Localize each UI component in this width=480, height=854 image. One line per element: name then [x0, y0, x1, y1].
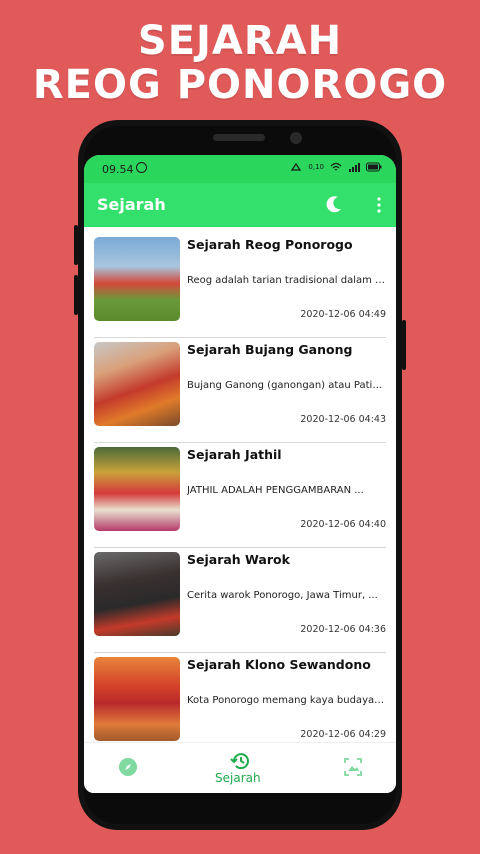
article-title: Sejarah Warok	[187, 552, 290, 567]
article-list: Sejarah Reog Ponorogo Reog adalah tarian…	[94, 233, 386, 757]
app-screen: 09.54 0,10 Sejarah Sejarah Reog Ponorogo…	[84, 155, 396, 793]
mute-icon	[291, 162, 302, 171]
article-date: 2020-12-06 04:36	[300, 624, 386, 635]
article-title: Sejarah Klono Sewandono	[187, 657, 371, 672]
article-thumbnail	[94, 237, 180, 321]
article-date: 2020-12-06 04:29	[300, 729, 386, 740]
promo-headline-line1: SEJARAH	[137, 18, 343, 64]
article-item[interactable]: Sejarah Reog Ponorogo Reog adalah tarian…	[94, 233, 386, 338]
overflow-menu-icon[interactable]	[376, 197, 382, 213]
article-excerpt: Bujang Ganong (ganongan) atau Patih ...	[187, 380, 386, 391]
status-bar: 09.54 0,10	[84, 155, 396, 183]
signal-icon	[349, 163, 360, 172]
whatsapp-icon	[136, 162, 147, 173]
article-excerpt: JATHIL ADALAH PENGGAMBARAN ...	[187, 485, 364, 496]
bottom-navigation: Sejarah	[84, 742, 396, 793]
status-icons: 0,10	[290, 162, 382, 172]
image-icon[interactable]	[343, 757, 363, 777]
status-time: 09.54	[102, 163, 134, 176]
article-thumbnail	[94, 342, 180, 426]
phone-power-button	[402, 320, 406, 370]
nav-label-sejarah[interactable]: Sejarah	[215, 771, 261, 785]
compass-icon[interactable]	[118, 757, 138, 777]
phone-volume-down	[74, 275, 78, 315]
article-item[interactable]: Sejarah Warok Cerita warok Ponorogo, Jaw…	[94, 548, 386, 653]
app-bar: Sejarah	[84, 183, 396, 227]
phone-volume-up	[74, 225, 78, 265]
promo-headline-line2: REOG PONOROGO	[32, 62, 448, 108]
article-date: 2020-12-06 04:49	[300, 309, 386, 320]
history-icon[interactable]	[230, 751, 252, 771]
article-date: 2020-12-06 04:40	[300, 519, 386, 530]
article-thumbnail	[94, 447, 180, 531]
article-thumbnail	[94, 552, 180, 636]
article-thumbnail	[94, 657, 180, 741]
article-title: Sejarah Reog Ponorogo	[187, 237, 353, 252]
phone-camera	[290, 132, 302, 144]
article-excerpt: Reog adalah tarian tradisional dalam are…	[187, 275, 386, 286]
article-date: 2020-12-06 04:43	[300, 414, 386, 425]
article-excerpt: Kota Ponorogo memang kaya budaya da...	[187, 695, 386, 706]
battery-icon	[366, 162, 382, 172]
article-excerpt: Cerita warok Ponorogo, Jawa Timur, ...	[187, 590, 378, 601]
network-speed: 0,10	[308, 163, 324, 171]
article-title: Sejarah Bujang Ganong	[187, 342, 353, 357]
app-bar-title: Sejarah	[97, 195, 166, 214]
article-item[interactable]: Sejarah Jathil JATHIL ADALAH PENGGAMBARA…	[94, 443, 386, 548]
article-title: Sejarah Jathil	[187, 447, 282, 462]
phone-speaker	[213, 134, 265, 141]
article-item[interactable]: Sejarah Bujang Ganong Bujang Ganong (gan…	[94, 338, 386, 443]
wifi-icon	[330, 162, 342, 171]
moon-icon[interactable]	[324, 194, 344, 214]
